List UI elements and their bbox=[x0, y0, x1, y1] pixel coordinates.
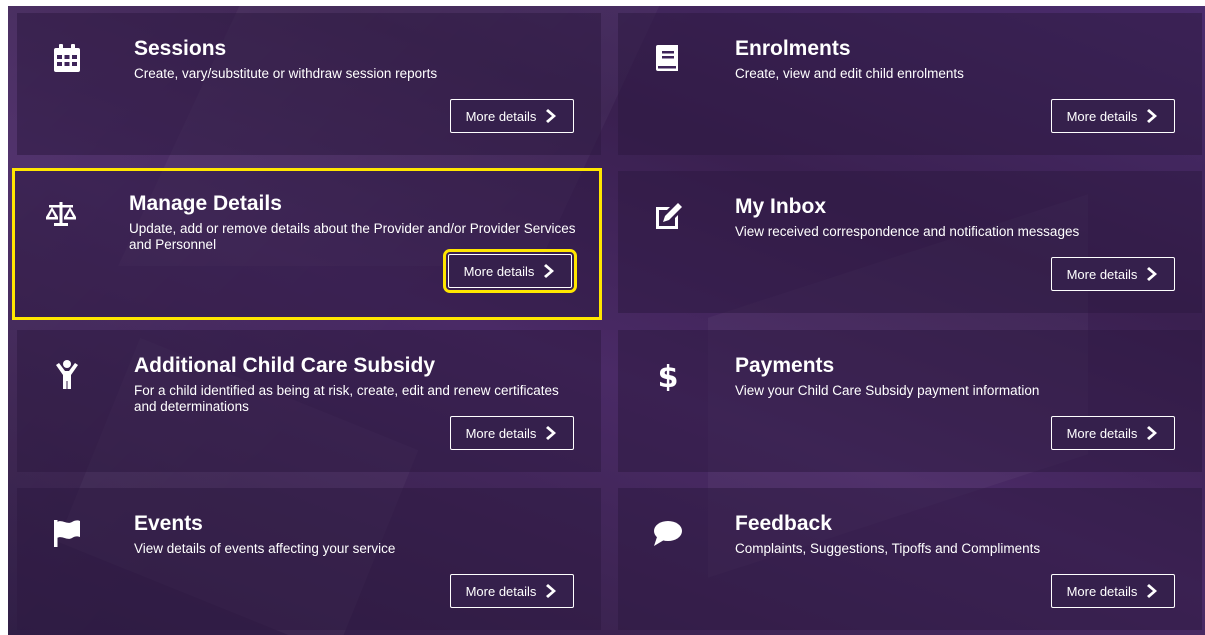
flag-icon bbox=[50, 516, 84, 550]
chevron-right-icon bbox=[1147, 109, 1158, 123]
tile-title: Sessions bbox=[134, 37, 227, 60]
child-icon bbox=[50, 358, 84, 392]
more-details-button[interactable]: More details bbox=[450, 416, 574, 450]
tile-events: Events View details of events affecting … bbox=[17, 488, 601, 630]
more-details-button[interactable]: More details bbox=[1051, 257, 1175, 291]
tile-title: Events bbox=[134, 512, 203, 535]
tile-description: Complaints, Suggestions, Tipoffs and Com… bbox=[735, 541, 1041, 556]
more-details-button[interactable]: More details bbox=[1051, 574, 1175, 608]
chevron-right-icon bbox=[546, 426, 557, 440]
tile-description: View details of events affecting your se… bbox=[134, 541, 396, 556]
tile-title: My Inbox bbox=[735, 195, 827, 218]
tile-enrolments: Enrolments Create, view and edit child e… bbox=[618, 13, 1202, 155]
button-label: More details bbox=[1066, 583, 1138, 599]
edit-icon bbox=[651, 199, 685, 233]
chevron-right-icon bbox=[1147, 426, 1158, 440]
more-details-button[interactable]: More details bbox=[1051, 99, 1175, 133]
tile-payments: $ Payments View your Child Care Subsidy … bbox=[618, 330, 1202, 472]
services-grid: Sessions Create, vary/substitute or with… bbox=[8, 6, 1205, 635]
tile-description: For a child identified as being at risk,… bbox=[134, 383, 559, 414]
svg-text:$: $ bbox=[658, 360, 679, 391]
button-label: More details bbox=[1066, 108, 1138, 124]
button-label: More details bbox=[1066, 266, 1138, 282]
tile-title: Additional Child Care Subsidy bbox=[134, 354, 436, 377]
chevron-right-icon bbox=[546, 584, 557, 598]
tile-title: Payments bbox=[735, 354, 835, 377]
tile-description: Create, vary/substitute or withdraw sess… bbox=[134, 66, 438, 81]
tile-additional-child-care-subsidy: Additional Child Care Subsidy For a chil… bbox=[17, 330, 601, 472]
more-details-button[interactable]: More details bbox=[443, 249, 577, 293]
more-details-button[interactable]: More details bbox=[450, 99, 574, 133]
tile-description: View your Child Care Subsidy payment inf… bbox=[735, 383, 1040, 398]
calendar-icon bbox=[50, 41, 84, 75]
more-details-button[interactable]: More details bbox=[1051, 416, 1175, 450]
tile-description: Create, view and edit child enrolments bbox=[735, 66, 964, 81]
chevron-right-icon bbox=[546, 109, 557, 123]
chevron-right-icon bbox=[1147, 584, 1158, 598]
dollar-icon: $ bbox=[651, 358, 685, 392]
tile-title: Feedback bbox=[735, 512, 832, 535]
tile-sessions: Sessions Create, vary/substitute or with… bbox=[17, 13, 601, 155]
book-icon bbox=[651, 41, 685, 75]
button-label: More details bbox=[463, 263, 535, 279]
tile-feedback: Feedback Complaints, Suggestions, Tipoff… bbox=[618, 488, 1202, 630]
tile-my-inbox: My Inbox View received correspondence an… bbox=[618, 171, 1202, 313]
button-label: More details bbox=[465, 583, 537, 599]
tile-title: Manage Details bbox=[129, 192, 282, 215]
button-label: More details bbox=[465, 108, 537, 124]
tile-description: View received correspondence and notific… bbox=[735, 224, 1080, 239]
button-label: More details bbox=[1066, 425, 1138, 441]
tile-description: Update, add or remove details about the … bbox=[129, 221, 576, 252]
button-label: More details bbox=[465, 425, 537, 441]
balance-scale-icon bbox=[44, 196, 78, 230]
more-details-button[interactable]: More details bbox=[450, 574, 574, 608]
chevron-right-icon bbox=[544, 264, 555, 278]
chevron-right-icon bbox=[1147, 267, 1158, 281]
tile-title: Enrolments bbox=[735, 37, 851, 60]
tile-manage-details: Manage Details Update, add or remove det… bbox=[12, 168, 602, 320]
comment-icon bbox=[651, 516, 685, 550]
